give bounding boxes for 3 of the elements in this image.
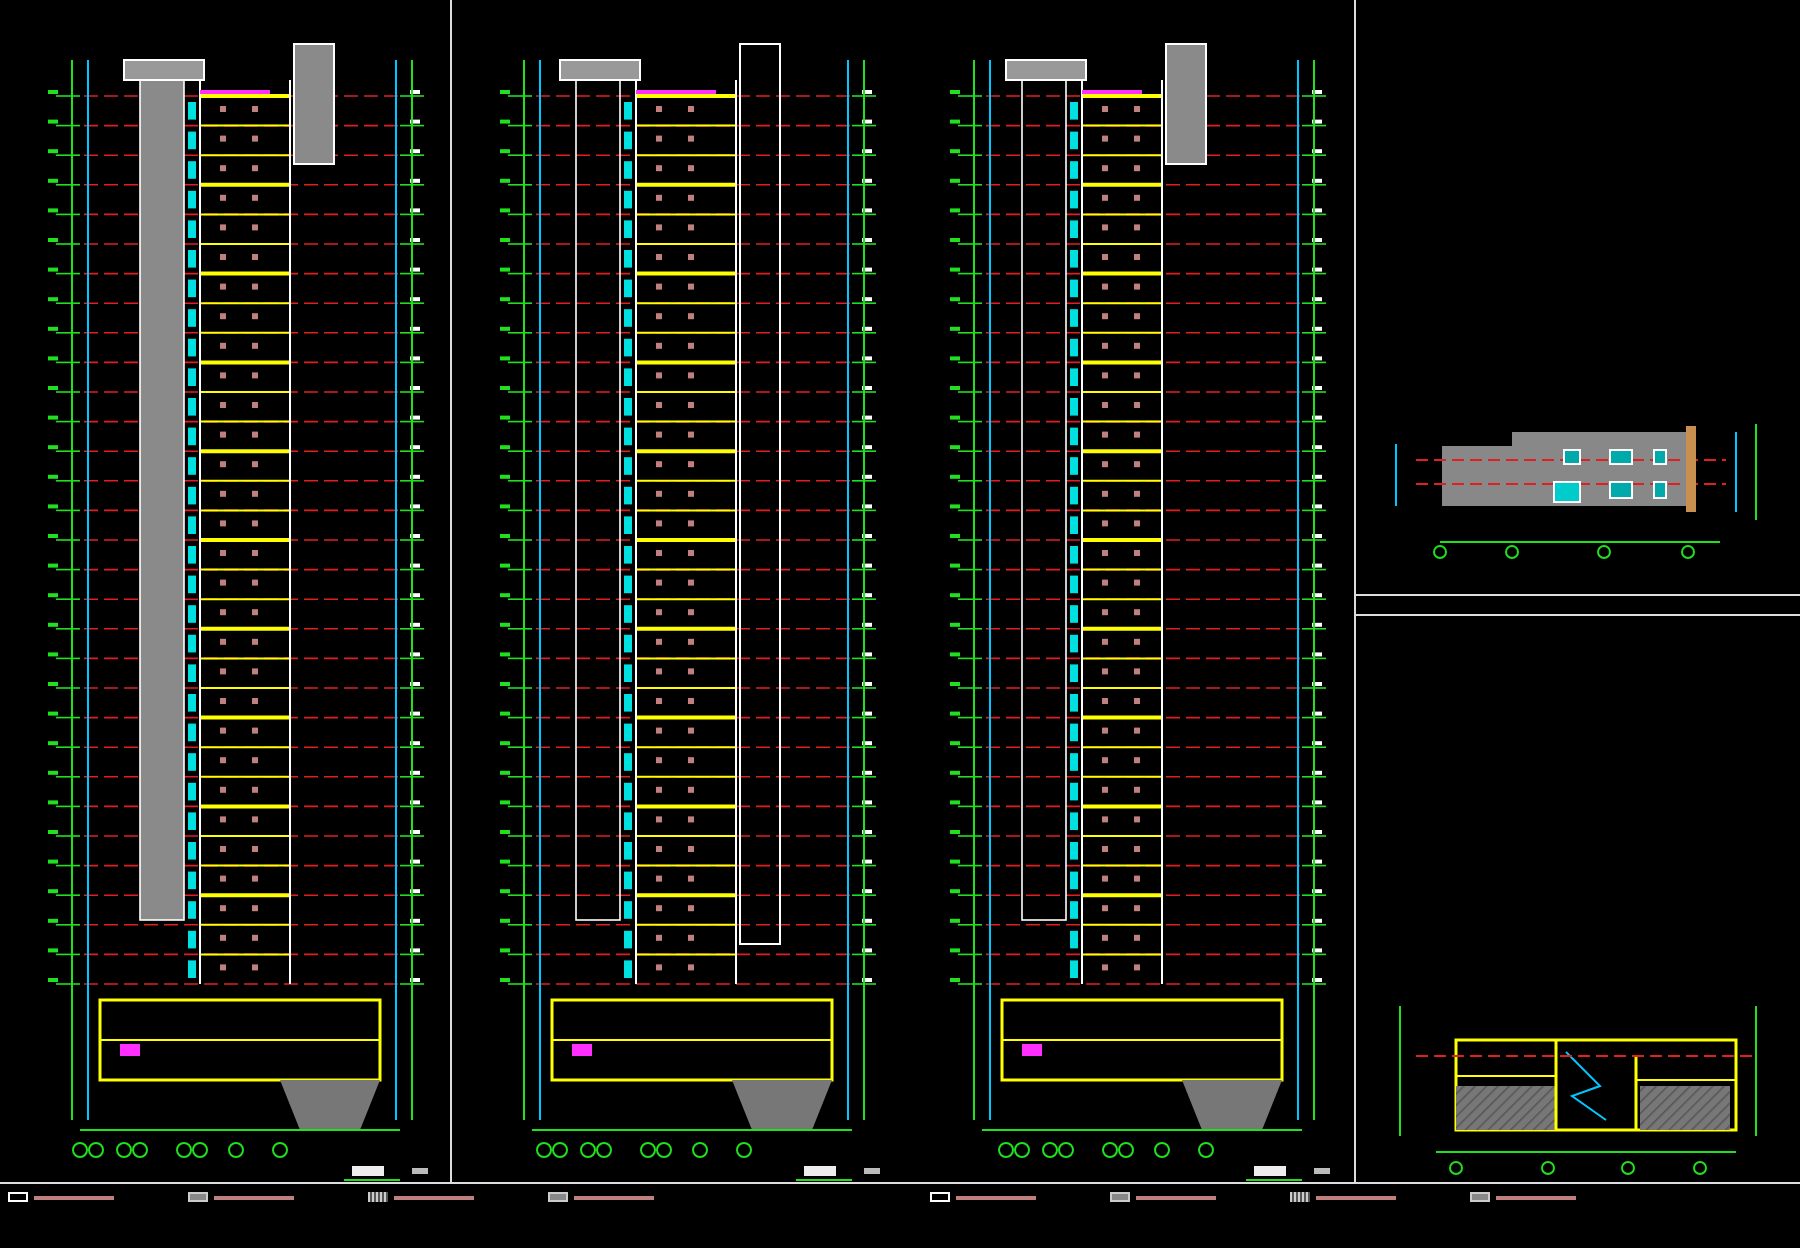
section-title-drawing — [1245, 1166, 1330, 1181]
section-title-drawing — [343, 1166, 428, 1181]
section-title-drawing — [795, 1166, 880, 1181]
